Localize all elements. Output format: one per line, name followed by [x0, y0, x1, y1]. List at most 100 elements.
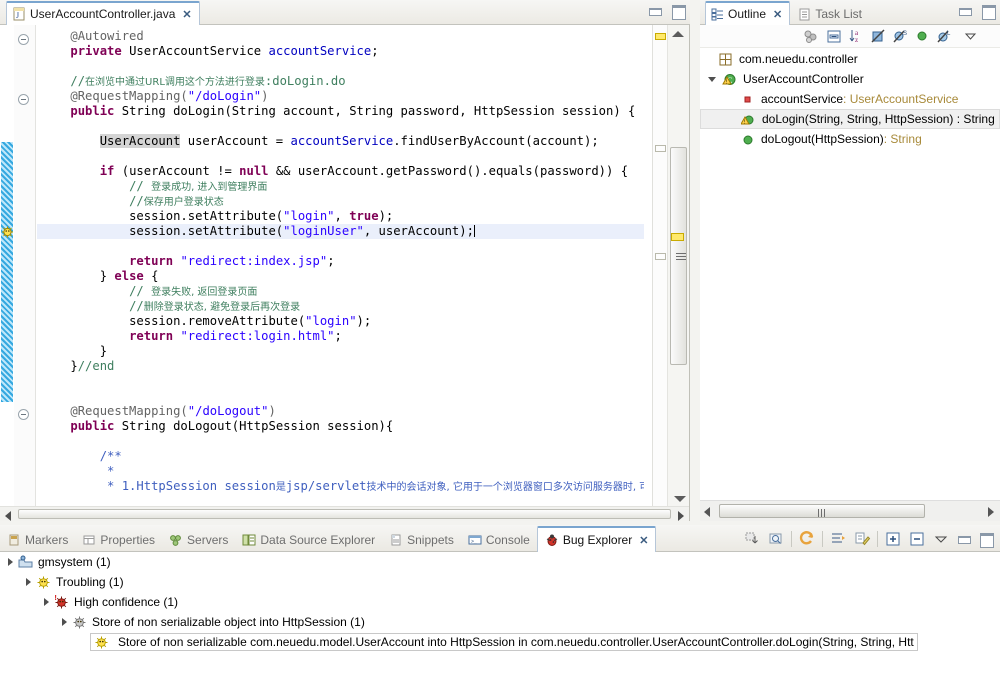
tab-task-list-label: Task List: [815, 7, 862, 21]
fold-collapse-icon[interactable]: [18, 34, 29, 45]
tab-outline[interactable]: Outline ✕: [705, 1, 791, 25]
minimize-icon[interactable]: [957, 4, 973, 18]
overview-marker-warning[interactable]: [671, 233, 684, 241]
view-menu-icon[interactable]: [932, 530, 950, 548]
close-icon[interactable]: ✕: [182, 8, 191, 21]
collapse-all-icon[interactable]: [826, 28, 843, 45]
expand-arrow-icon[interactable]: [44, 598, 49, 606]
scroll-up-arrow-icon[interactable]: [672, 31, 684, 37]
scroll-left-arrow-icon[interactable]: [5, 511, 11, 521]
outline-horizontal-scrollbar[interactable]: [700, 500, 1000, 521]
close-icon[interactable]: ✕: [639, 534, 648, 547]
scrollbar-thumb[interactable]: [719, 504, 925, 518]
load-bugs-icon[interactable]: [767, 530, 785, 548]
maximize-icon[interactable]: [978, 532, 994, 548]
bug-tree-item[interactable]: Store of non serializable object into Ht…: [0, 612, 1000, 632]
scroll-right-arrow-icon[interactable]: [678, 511, 684, 521]
editor-tab-useraccountcontroller[interactable]: J UserAccountController.java ✕: [6, 1, 200, 25]
code-line: session.removeAttribute("login");: [129, 314, 372, 328]
tab-servers[interactable]: Servers: [162, 527, 235, 553]
bug-tree-item[interactable]: ! High confidence (1): [0, 592, 1000, 612]
configure-icon[interactable]: [853, 530, 871, 548]
outline-tree-item[interactable]: accountService : UserAccountService: [700, 89, 1000, 109]
overview-marker-warning[interactable]: [655, 33, 666, 40]
svg-text:z: z: [855, 36, 858, 44]
editor-horizontal-scrollbar[interactable]: [0, 506, 689, 521]
editor-tab-label: UserAccountController.java: [30, 7, 176, 21]
editor-folding-column: [14, 25, 36, 506]
bug-tree-item[interactable]: gmsystem (1): [0, 552, 1000, 572]
text-caret: [473, 225, 475, 237]
scrollbar-grip: [818, 509, 827, 517]
view-menu-icon[interactable]: [962, 28, 979, 45]
tab-properties[interactable]: Properties: [75, 527, 162, 553]
outline-item-label: com.neuedu.controller: [739, 52, 858, 66]
bug-item-selected[interactable]: Store of non serializable com.neuedu.mod…: [90, 633, 918, 651]
editor-vertical-scrollbar[interactable]: [667, 25, 689, 506]
scroll-down-arrow-icon[interactable]: [674, 496, 686, 502]
outline-item-type: : UserAccountService: [843, 92, 959, 106]
tab-outline-label: Outline: [728, 7, 767, 21]
expand-arrow-icon[interactable]: [8, 558, 13, 566]
scroll-right-arrow-icon[interactable]: [988, 507, 994, 517]
sort-filter-icon[interactable]: [829, 530, 847, 548]
package-icon: [718, 52, 733, 67]
overview-marker[interactable]: [655, 145, 666, 152]
outline-item-type: : String: [883, 132, 922, 146]
hide-local-types-icon[interactable]: L: [936, 28, 953, 45]
svg-text:S: S: [903, 31, 907, 37]
svg-text:J: J: [16, 11, 19, 20]
minimize-icon[interactable]: [647, 4, 663, 18]
bug-tree-item[interactable]: Store of non serializable com.neuedu.mod…: [0, 632, 1000, 652]
hide-nonpublic-icon[interactable]: [870, 28, 887, 45]
sort-alpha-icon[interactable]: az: [848, 28, 865, 45]
scrollbar-thumb[interactable]: [670, 147, 687, 365]
bug-marker-icon[interactable]: [0, 225, 15, 239]
tab-snippets[interactable]: Snippets: [382, 527, 461, 553]
tab-markers[interactable]: Markers: [0, 527, 75, 553]
console-icon: >_: [468, 533, 482, 547]
collapse-all-icon[interactable]: [908, 530, 926, 548]
outline-tree-item[interactable]: ! doLogin(String, String, HttpSession) : …: [700, 109, 1000, 129]
outline-tree-item[interactable]: C! UserAccountController: [700, 69, 1000, 89]
tab-task-list[interactable]: Task List: [793, 2, 869, 26]
bug-yellow-icon: [36, 575, 51, 590]
expand-arrow-icon[interactable]: [26, 578, 31, 586]
outline-tree[interactable]: com.neuedu.controller C! UserAccountContro…: [700, 49, 1000, 499]
outline-window-buttons: [957, 4, 996, 20]
toolbar-separator: [791, 530, 792, 547]
fold-collapse-icon[interactable]: [18, 94, 29, 105]
scroll-left-arrow-icon[interactable]: [704, 507, 710, 517]
code-area[interactable]: @Autowired private UserAccountService ac…: [37, 25, 644, 506]
tab-console[interactable]: >_ Console: [461, 527, 537, 553]
fold-collapse-icon[interactable]: [18, 409, 29, 420]
expand-arrow-icon[interactable]: [708, 76, 716, 82]
editor-overview-ruler[interactable]: [652, 25, 667, 506]
refresh-icon[interactable]: [798, 530, 816, 548]
maximize-icon[interactable]: [670, 4, 686, 20]
java-file-icon: J: [12, 7, 26, 21]
outline-item-label: doLogin(String, String, HttpSession) : S…: [762, 112, 995, 126]
outline-tree-item[interactable]: doLogout(HttpSession) : String: [700, 129, 1000, 149]
bug-tree-item[interactable]: Troubling (1): [0, 572, 1000, 592]
scrollbar-thumb[interactable]: [18, 509, 671, 519]
hide-fields-icon[interactable]: [914, 28, 931, 45]
bug-explorer-toolbar: [743, 525, 1000, 552]
minimize-icon[interactable]: [956, 532, 972, 546]
hide-static-icon[interactable]: S: [892, 28, 909, 45]
sort-hide-fields-icon[interactable]: [803, 28, 820, 45]
maximize-icon[interactable]: [980, 4, 996, 20]
expand-arrow-icon[interactable]: [62, 618, 67, 626]
tab-label: Servers: [187, 533, 229, 547]
bug-explorer-tree[interactable]: gmsystem (1) Troubling (1)! High confidenc…: [0, 552, 1000, 685]
code-line: //删除登录状态, 避免登录后再次登录: [129, 299, 301, 313]
expand-all-icon[interactable]: [884, 530, 902, 548]
close-icon[interactable]: ✕: [773, 8, 782, 21]
outline-tree-item[interactable]: com.neuedu.controller: [700, 49, 1000, 69]
tab-bug-explorer[interactable]: Bug Explorer ✕: [536, 526, 657, 552]
save-bugs-icon[interactable]: [743, 530, 761, 548]
tab-data-source-explorer[interactable]: Data Source Explorer: [235, 527, 382, 553]
